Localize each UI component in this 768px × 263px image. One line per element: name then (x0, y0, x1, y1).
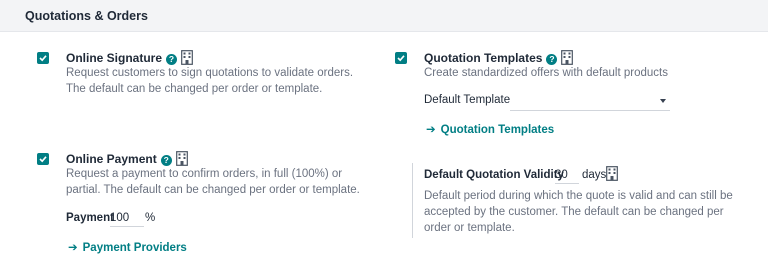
caret-down-icon (660, 99, 666, 103)
section-title: Quotations & Orders (25, 9, 148, 23)
quotation-templates-link-label: Quotation Templates (440, 124, 555, 136)
quotation-validity-unit: days (582, 169, 607, 181)
default-template-select[interactable] (510, 91, 670, 111)
arrow-right-icon: ➔ (426, 124, 436, 136)
quotation-templates-link[interactable]: ➔ Quotation Templates (426, 122, 554, 136)
payment-providers-link-label: Payment Providers (82, 242, 187, 254)
check-icon (397, 55, 405, 62)
quotation-templates-label: Quotation Templates (424, 51, 543, 65)
payment-providers-link[interactable]: ➔ Payment Providers (68, 240, 187, 254)
quotation-templates-checkbox[interactable] (395, 52, 407, 64)
section-header: Quotations & Orders (0, 0, 768, 32)
default-template-label: Default Template (424, 94, 511, 106)
payment-percent-input[interactable]: 100 (110, 209, 144, 227)
check-icon (39, 55, 47, 62)
question-circle-icon[interactable]: ? (166, 54, 178, 65)
online-signature-label: Online Signature (66, 51, 163, 65)
quotation-validity-description: Default period during which the quote is… (424, 190, 733, 234)
question-circle-icon[interactable]: ? (546, 54, 558, 65)
divider (412, 163, 413, 238)
quotation-templates-description: Create standardized offers with default … (424, 67, 668, 79)
building-icon (606, 166, 618, 184)
quotation-validity-input[interactable]: 30 (555, 166, 579, 184)
payment-label: Payment (66, 212, 114, 224)
arrow-right-icon: ➔ (68, 242, 78, 254)
quotation-validity-label: Default Quotation Validity (424, 169, 564, 181)
payment-unit: % (145, 212, 156, 224)
online-payment-label: Online Payment (66, 152, 157, 166)
online-payment-checkbox[interactable] (37, 153, 49, 165)
online-payment-description: Request a payment to confirm orders, in … (66, 168, 360, 196)
online-signature-description: Request customers to sign quotations to … (66, 67, 354, 95)
question-circle-icon[interactable]: ? (160, 155, 172, 166)
check-icon (39, 156, 47, 163)
online-signature-checkbox[interactable] (37, 52, 49, 64)
